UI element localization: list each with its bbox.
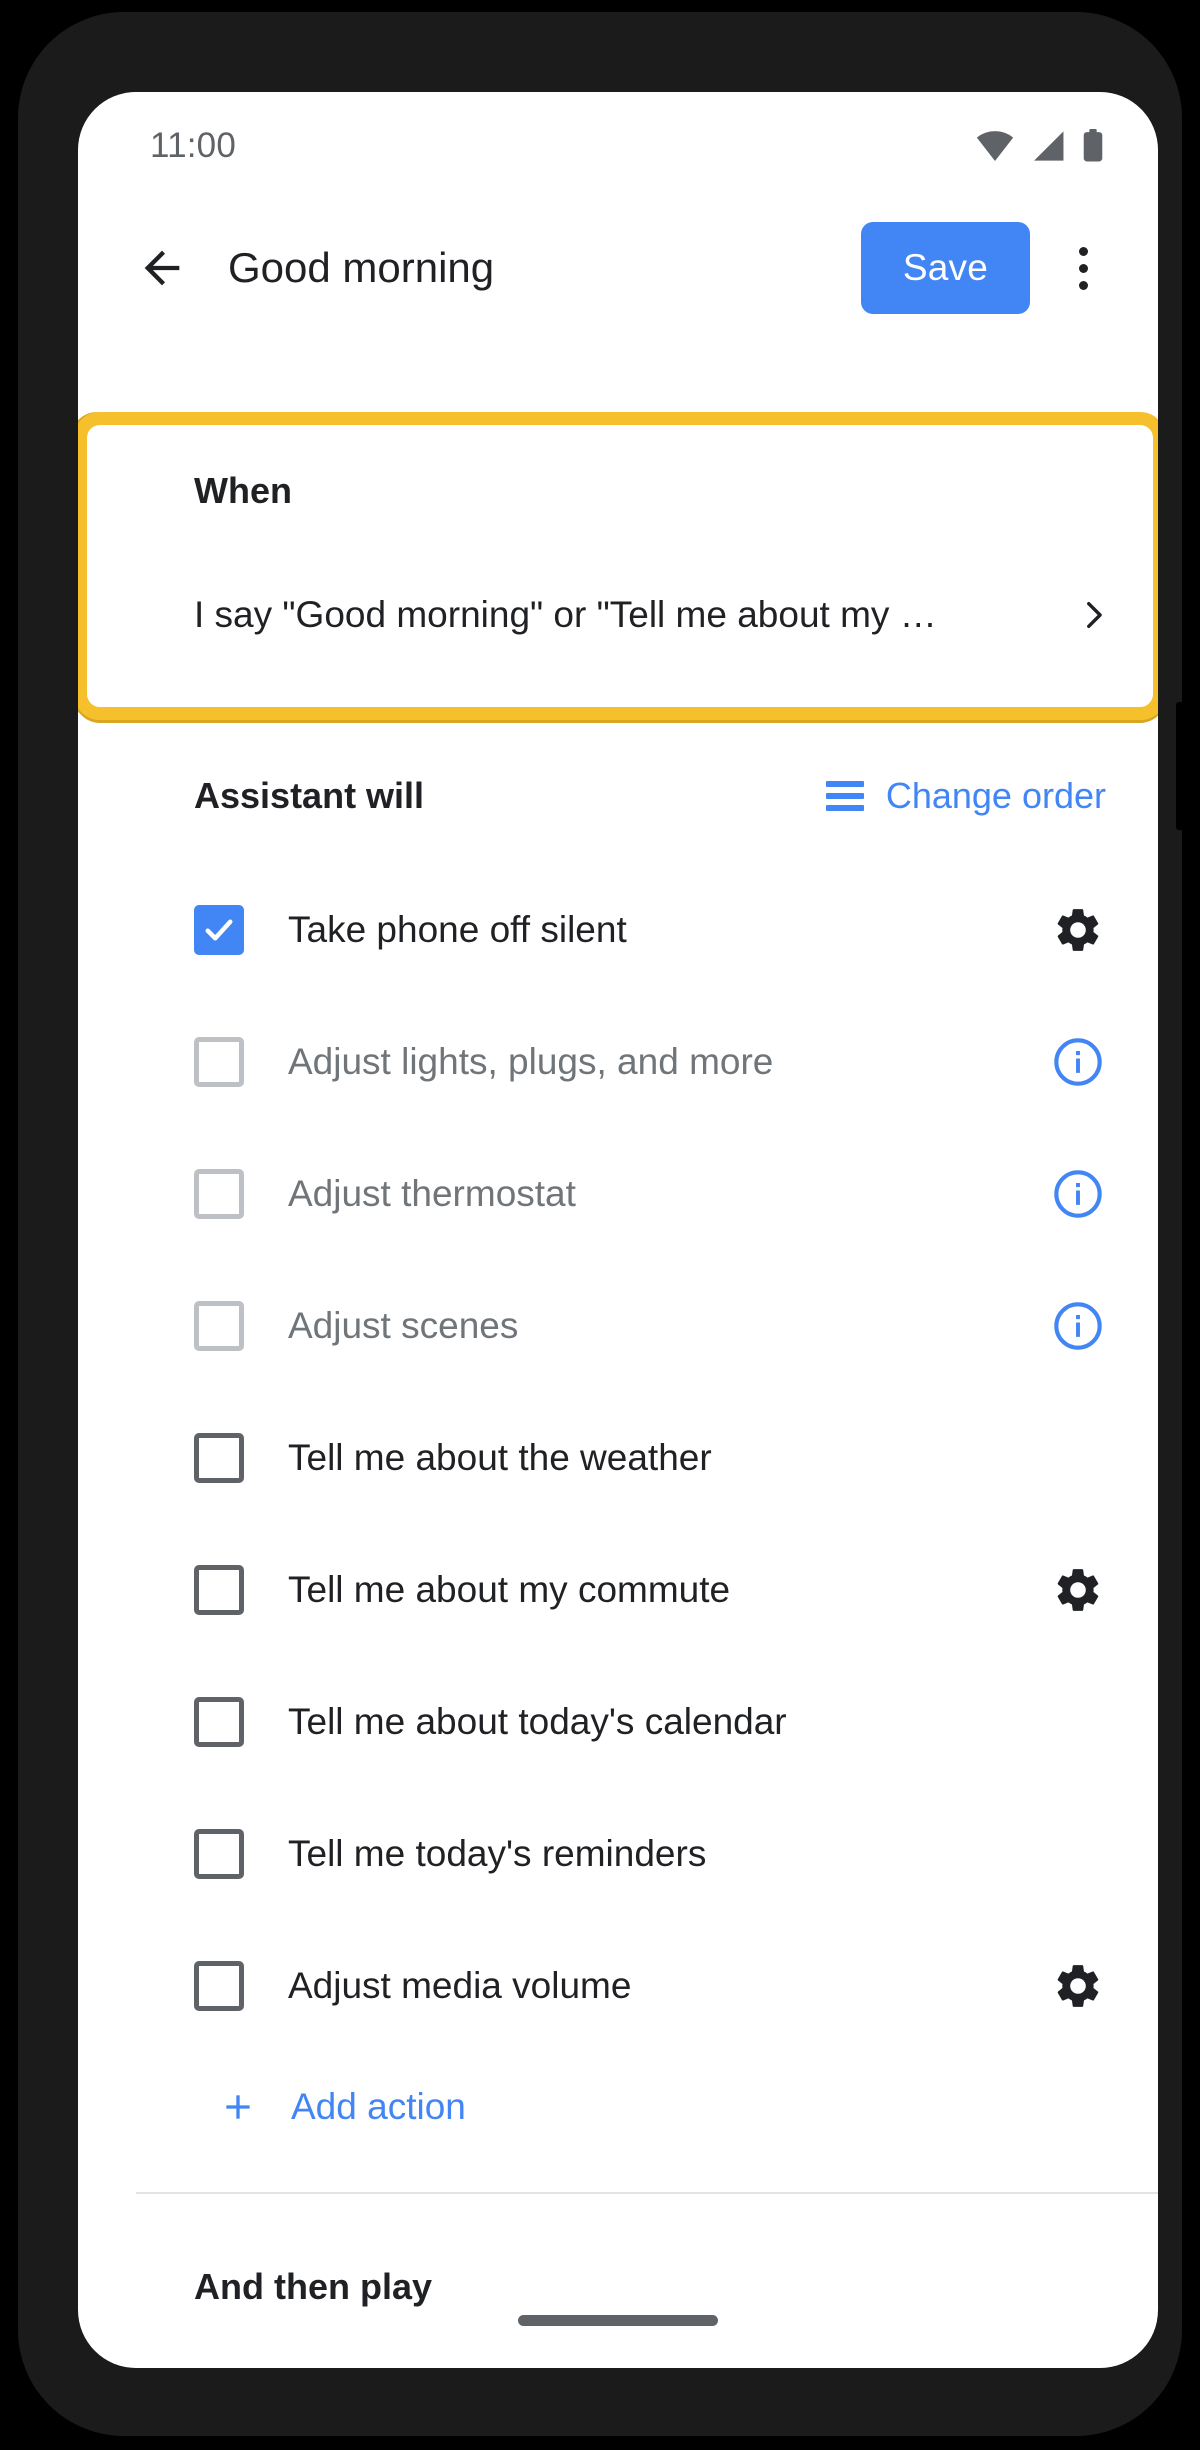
checkbox-unchecked [194,1169,244,1219]
when-card-highlight-border [78,412,1158,720]
change-order-button[interactable]: Change order [825,775,1106,817]
checkbox-unchecked [194,1301,244,1351]
action-label: Take phone off silent [288,909,627,950]
action-info-button[interactable] [1052,1036,1104,1088]
action-label: Adjust thermostat [288,1173,576,1214]
arrow-left-icon [144,250,180,286]
phone-screen: 11:00 Good morning Save When I say "Good… [78,92,1158,2368]
gear-icon [1057,1569,1099,1611]
wifi-icon [976,131,1014,161]
home-indicator[interactable] [518,2315,718,2326]
assistant-will-title: Assistant will [194,775,425,816]
action-row[interactable]: Tell me about my commute [78,1524,1158,1656]
checkbox-unchecked[interactable] [194,1565,244,1615]
assistant-will-header: Assistant will Change order [78,748,1158,844]
action-label: Adjust scenes [288,1305,519,1346]
action-row[interactable]: Tell me about today's calendar [78,1656,1158,1788]
action-settings-button[interactable] [1052,1960,1104,2012]
more-vertical-icon [1078,280,1088,290]
action-label: Tell me today's reminders [288,1833,707,1874]
status-bar: 11:00 [78,92,1158,200]
plus-icon [226,2095,250,2119]
action-info-button[interactable] [1052,1168,1104,1220]
gear-icon [1057,1965,1099,2007]
checkbox-checked[interactable] [194,905,244,955]
checkbox-unchecked[interactable] [194,1433,244,1483]
add-action-button[interactable]: Add action [78,2052,1158,2162]
power-button[interactable] [1176,702,1188,830]
action-row[interactable]: Take phone off silent [78,864,1158,996]
app-bar: Good morning Save [78,200,1158,336]
more-vertical-icon [1078,246,1088,256]
action-row[interactable]: Adjust scenes [78,1260,1158,1392]
action-label: Tell me about my commute [288,1569,731,1610]
info-icon [1054,1170,1102,1218]
battery-icon [1083,129,1103,162]
action-list: Take phone off silent Adjust lights, plug… [78,864,1158,2052]
action-row[interactable]: Tell me about the weather [78,1392,1158,1524]
action-row[interactable]: Adjust media volume [78,1920,1158,2052]
settings-content: When I say "Good morning" or "Tell me ab… [78,336,1158,2368]
more-vertical-icon [1078,263,1088,273]
section-divider [136,2192,1158,2194]
cellular-signal-icon [1034,131,1064,161]
info-icon [1054,1038,1102,1086]
action-label: Adjust media volume [288,1965,632,2006]
action-row[interactable]: Adjust lights, plugs, and more [78,996,1158,1128]
checkbox-unchecked[interactable] [194,1829,244,1879]
gear-icon [1057,909,1099,951]
action-label: Adjust lights, plugs, and more [288,1041,774,1082]
action-label: Tell me about today's calendar [288,1701,787,1742]
reorder-lines-icon [825,781,864,811]
change-order-label: Change order [885,775,1106,816]
checkbox-unchecked[interactable] [194,1697,244,1747]
device-frame: 11:00 Good morning Save When I say "Good… [18,12,1188,2436]
action-info-button[interactable] [1052,1300,1104,1352]
action-row[interactable]: Adjust thermostat [78,1128,1158,1260]
action-settings-button[interactable] [1052,904,1104,956]
action-row[interactable]: Tell me today's reminders [78,1788,1158,1920]
and-then-play-title: And then play [194,2266,433,2307]
back-button[interactable] [124,230,200,306]
action-label: Tell me about the weather [288,1437,712,1478]
overflow-menu-button[interactable] [1044,229,1122,307]
status-bar-icons [976,129,1104,163]
action-settings-button[interactable] [1052,1564,1104,1616]
add-action-label: Add action [291,2086,466,2127]
status-bar-clock: 11:00 [150,126,236,165]
check-icon [205,919,233,941]
checkbox-unchecked [194,1037,244,1087]
save-button[interactable]: Save [860,222,1030,314]
page-title: Good morning [228,244,495,291]
info-icon [1054,1302,1102,1350]
checkbox-unchecked[interactable] [194,1961,244,2011]
